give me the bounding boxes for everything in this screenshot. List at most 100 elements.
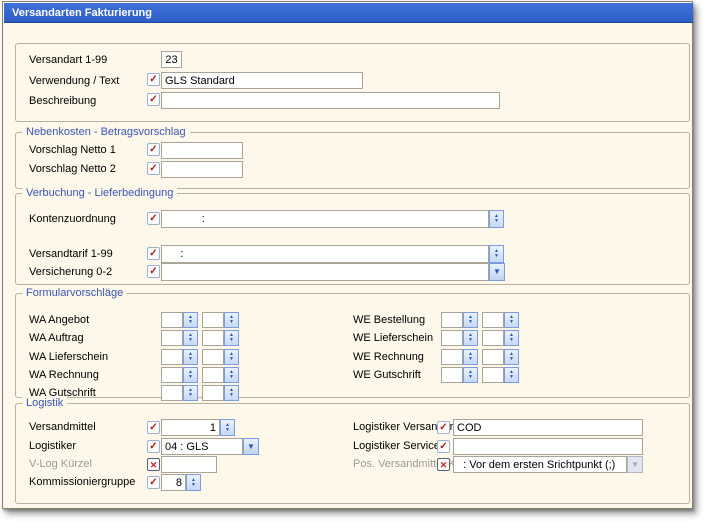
netto2-edit-check-icon[interactable]: ✓ (147, 162, 160, 175)
kontenzuordnung-input[interactable]: : (161, 210, 489, 228)
versandart-input[interactable]: 23 (161, 51, 182, 68)
logistiker-service-input[interactable] (453, 438, 643, 455)
netto1-input[interactable] (161, 142, 243, 159)
spin-down-icon: ▼ (509, 338, 514, 343)
beschreibung-edit-check-icon[interactable]: ✓ (147, 93, 160, 106)
wa-rechnung-input-2[interactable] (202, 367, 224, 383)
wa-rechnung-spinner-2[interactable]: ▲▼ (224, 367, 239, 383)
wa-angebot-spinner-2[interactable]: ▲▼ (224, 312, 239, 328)
versandtarif-edit-check-icon[interactable]: ✓ (147, 247, 160, 260)
vlog-disabled-cross-icon[interactable]: ✕ (147, 458, 160, 471)
netto2-input[interactable] (161, 161, 243, 178)
verwendung-input[interactable]: GLS Standard (161, 72, 363, 89)
wa-angebot-spinner-1[interactable]: ▲▼ (183, 312, 198, 328)
window-title: Versandarten Fakturierung (4, 3, 693, 23)
wa-gutschrift-input-1[interactable] (161, 385, 183, 401)
beschreibung-input[interactable] (161, 92, 500, 109)
spin-down-icon: ▼ (468, 320, 473, 325)
spin-down-icon: ▼ (191, 483, 196, 488)
kontenzuordnung-edit-check-icon[interactable]: ✓ (147, 212, 160, 225)
wa-auftrag-spinner-1[interactable]: ▲▼ (183, 330, 198, 346)
check-icon: ✓ (149, 478, 157, 488)
pos-versandmittel-kz-combobox[interactable]: : Vor dem ersten Srichtpunkt (;) (453, 456, 627, 473)
spin-down-icon: ▼ (229, 320, 234, 325)
we-rechnung-input-1[interactable] (441, 349, 463, 365)
wa-lieferschein-input-2[interactable] (202, 349, 224, 365)
we-bestellung-input-2[interactable] (482, 312, 504, 328)
versandtarif-input[interactable]: : (161, 245, 489, 263)
spin-down-icon: ▼ (229, 357, 234, 362)
we-gutschrift-input-1[interactable] (441, 367, 463, 383)
spin-down-icon: ▼ (229, 375, 234, 380)
versandart-label: Versandart 1-99 (29, 54, 107, 67)
pos-versandmittel-kz-disabled-cross-icon[interactable]: ✕ (437, 458, 450, 471)
kommissioniergruppe-label: Kommissioniergruppe (29, 476, 135, 489)
cross-icon: ✕ (150, 460, 158, 470)
check-icon: ✓ (149, 249, 157, 259)
wa-auftrag-input-1[interactable] (161, 330, 183, 346)
wa-lieferschein-spinner-2[interactable]: ▲▼ (224, 349, 239, 365)
check-icon: ✓ (149, 214, 157, 224)
titlebar[interactable]: Versandarten Fakturierung (4, 3, 693, 23)
spin-down-icon: ▼ (229, 393, 234, 398)
versicherung-edit-check-icon[interactable]: ✓ (147, 265, 160, 278)
logistiker-service-label: Logistiker Service (353, 440, 440, 453)
netto2-label: Vorschlag Netto 2 (29, 163, 116, 176)
we-rechnung-spinner-2[interactable]: ▲▼ (504, 349, 519, 365)
kontenzuordnung-label: Kontenzuordnung (29, 213, 116, 226)
wa-lieferschein-spinner-1[interactable]: ▲▼ (183, 349, 198, 365)
kommissioniergruppe-edit-check-icon[interactable]: ✓ (147, 476, 160, 489)
wa-rechnung-input-1[interactable] (161, 367, 183, 383)
versandmittel-label: Versandmittel (29, 421, 96, 434)
we-bestellung-spinner-1[interactable]: ▲▼ (463, 312, 478, 328)
kommissioniergruppe-input[interactable]: 8 (161, 474, 186, 491)
we-gutschrift-input-2[interactable] (482, 367, 504, 383)
we-rechnung-input-2[interactable] (482, 349, 504, 365)
we-bestellung-spinner-2[interactable]: ▲▼ (504, 312, 519, 328)
we-lieferschein-input-1[interactable] (441, 330, 463, 346)
wa-gutschrift-input-2[interactable] (202, 385, 224, 401)
wa-rechnung-spinner-1[interactable]: ▲▼ (183, 367, 198, 383)
nebenkosten-fieldset: Nebenkosten - Betragsvorschlag (15, 132, 690, 189)
logistiker-service-edit-check-icon[interactable]: ✓ (437, 440, 450, 453)
wa-gutschrift-spinner-2[interactable]: ▲▼ (224, 385, 239, 401)
check-icon: ✓ (439, 423, 447, 433)
beschreibung-label: Beschreibung (29, 95, 96, 108)
verwendung-label: Verwendung / Text (29, 75, 119, 88)
wa-auftrag-spinner-2[interactable]: ▲▼ (224, 330, 239, 346)
versicherung-combobox[interactable] (161, 263, 489, 281)
netto1-edit-check-icon[interactable]: ✓ (147, 143, 160, 156)
we-gutschrift-spinner-1[interactable]: ▲▼ (463, 367, 478, 383)
versandmittel-edit-check-icon[interactable]: ✓ (147, 421, 160, 434)
kontenzuordnung-spinner[interactable]: ▲▼ (489, 210, 504, 228)
wa-gutschrift-spinner-1[interactable]: ▲▼ (183, 385, 198, 401)
logistiker-versandart-input[interactable]: COD (453, 419, 643, 436)
wa-angebot-input-2[interactable] (202, 312, 224, 328)
wa-auftrag-input-2[interactable] (202, 330, 224, 346)
versandtarif-spinner[interactable]: ▲▼ (489, 245, 504, 263)
vlog-input[interactable] (161, 456, 217, 473)
wa-angebot-label: WA Angebot (29, 314, 89, 327)
wa-lieferschein-input-1[interactable] (161, 349, 183, 365)
we-lieferschein-spinner-2[interactable]: ▲▼ (504, 330, 519, 346)
logistiker-combobox[interactable]: 04 : GLS (161, 438, 243, 455)
we-bestellung-input-1[interactable] (441, 312, 463, 328)
nebenkosten-legend: Nebenkosten - Betragsvorschlag (22, 126, 190, 139)
kommissioniergruppe-spinner[interactable]: ▲▼ (186, 474, 201, 491)
logistiker-edit-check-icon[interactable]: ✓ (147, 440, 160, 453)
versandmittel-input[interactable]: 1 (161, 419, 220, 436)
spin-down-icon: ▼ (225, 428, 230, 433)
we-gutschrift-spinner-2[interactable]: ▲▼ (504, 367, 519, 383)
logistiker-versandart-edit-check-icon[interactable]: ✓ (437, 421, 450, 434)
cross-icon: ✕ (440, 460, 448, 470)
logistiker-dropdown-button[interactable]: ▼ (243, 438, 259, 455)
versicherung-dropdown-button[interactable]: ▼ (489, 263, 505, 281)
we-lieferschein-spinner-1[interactable]: ▲▼ (463, 330, 478, 346)
we-lieferschein-input-2[interactable] (482, 330, 504, 346)
verwendung-edit-check-icon[interactable]: ✓ (147, 73, 160, 86)
we-rechnung-spinner-1[interactable]: ▲▼ (463, 349, 478, 365)
wa-angebot-input-1[interactable] (161, 312, 183, 328)
check-icon: ✓ (149, 164, 157, 174)
pos-versandmittel-kz-dropdown-button: ▼ (627, 456, 643, 473)
versandmittel-spinner[interactable]: ▲▼ (220, 419, 235, 436)
